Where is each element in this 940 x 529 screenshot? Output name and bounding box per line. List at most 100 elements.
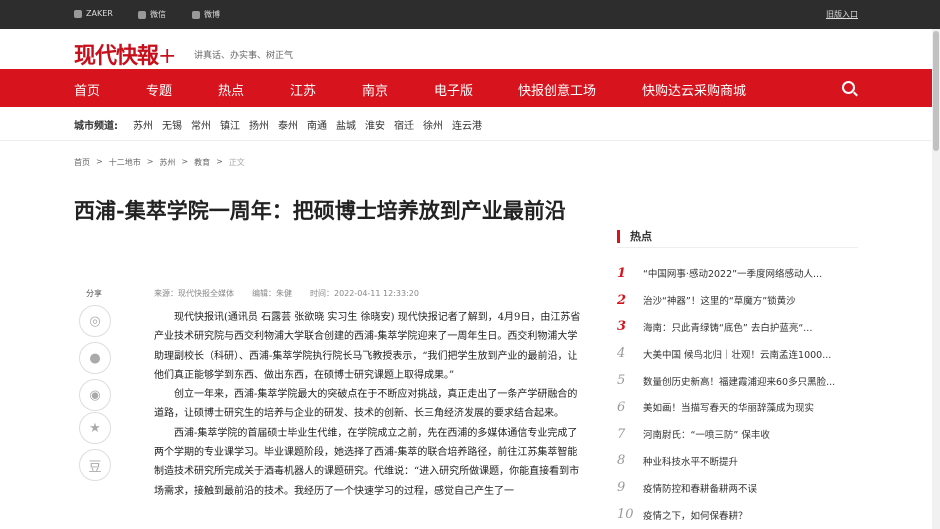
city-item[interactable]: 泰州 [278,117,298,132]
city-item[interactable]: 盐城 [336,117,356,132]
hot-list: 1 “中国网事·感动2022”一季度网络感动人... 2 治沙“神器”！这里的“草魔… [617,260,858,528]
hot-rank: 7 [617,426,626,442]
hot-item-title: 种业科技水平不断提升 [643,456,739,468]
article-time: 时间：2022-04-11 12:33:20 [310,289,419,298]
zaker-link[interactable]: ZAKER [74,9,113,18]
hot-item[interactable]: 2 治沙“神器”！这里的“草魔方”锁黄沙 [617,287,858,314]
article-paragraph: 创立一年来，西浦-集萃学院最大的突破点在于不断应对挑战，真正走出了一条产学研融合… [154,389,578,420]
main-nav: 首页 专题 热点 江苏 南京 电子版 快报创意工场 快购达云采购商城 [0,69,940,107]
qq-share-icon[interactable]: ● [79,342,111,374]
hot-item[interactable]: 8 种业科技水平不断提升 [617,448,858,475]
hot-item-title: 海南：只此青绿铸“底色” 去白护蓝亮“... [643,322,813,334]
douban-share-icon[interactable]: 豆 [79,449,111,481]
breadcrumb-education[interactable]: 教育 [194,157,210,168]
hot-item[interactable]: 9 疫情防控和春耕备耕两不误 [617,474,858,501]
city-item[interactable]: 无锡 [162,117,182,132]
city-item[interactable]: 南通 [307,117,327,132]
article-source: 来源：现代快报全媒体 [154,289,234,298]
weibo-label: 微博 [204,10,220,19]
breadcrumb-separator: > [146,157,154,166]
hot-rank: 1 [617,265,627,281]
city-item[interactable]: 徐州 [423,117,443,132]
breadcrumb-suzhou[interactable]: 苏州 [159,157,175,168]
article-paragraph: 西浦-集萃学院的首届硕士毕业生代维，在学院成立之前，先在西浦的多媒体通信专业完成… [154,427,580,497]
nav-item-epaper[interactable]: 电子版 [434,80,473,99]
hot-item-title: “中国网事·感动2022”一季度网络感动人... [643,269,823,281]
hot-item-title: 疫情防控和春耕备耕两不误 [643,483,758,495]
search-icon[interactable] [842,81,855,94]
weibo-link[interactable]: 微博 [192,9,220,20]
article-paragraph: 现代快报讯(通讯员 石露芸 张欲晓 实习生 徐晓安) 现代快报记者了解到，4月9… [154,312,581,381]
hot-item-title: 河南尉氏：“一喷三防” 保丰收 [643,430,770,442]
nav-item-nanjing[interactable]: 南京 [362,80,388,99]
article-title: 西浦-集萃学院一周年：把硕博士培养放到产业最前沿 [74,198,566,223]
hot-rank: 9 [617,480,626,496]
hot-rank: 8 [617,453,626,469]
top-bar: ZAKER 微信 微博 旧版入口 [0,0,940,29]
wechat-icon [138,10,146,19]
logo-plus: + [158,44,176,69]
city-item[interactable]: 宿迁 [394,117,414,132]
breadcrumb-current: 正文 [228,158,245,167]
divider [0,140,940,141]
phone-icon [74,9,82,18]
city-label: 城市频道: [74,121,118,132]
wechat-link[interactable]: 微信 [138,9,166,20]
hot-item[interactable]: 1 “中国网事·感动2022”一季度网络感动人... [617,260,858,287]
city-item[interactable]: 扬州 [249,117,269,132]
scrollbar-thumb[interactable] [933,31,939,151]
breadcrumb-separator: > [216,157,223,166]
nav-item-jiangsu[interactable]: 江苏 [290,80,316,99]
hot-item-title: 治沙“神器”！这里的“草魔方”锁黄沙 [643,296,796,308]
share-label: 分享 [86,289,102,298]
breadcrumb-cities[interactable]: 十二地市 [109,157,141,168]
article-meta: 来源：现代快报全媒体 编辑：朱健 时间：2022-04-11 12:33:20 [154,288,419,299]
weibo-share-icon[interactable]: ◉ [79,379,111,411]
site-logo[interactable]: 现代快報+ [74,38,176,70]
star-favorite-icon[interactable]: ★ [79,412,111,444]
logo-text: 现代快報 [74,43,159,69]
city-channels: 城市频道: 苏州 无锡 常州 镇江 扬州 泰州 南通 盐城 淮安 宿迁 徐州 连… [74,117,482,132]
hot-item-title: 数量创历史新高！福建霞浦迎来60多只黑脸... [643,376,836,388]
city-item[interactable]: 连云港 [452,117,482,132]
hot-item-title: 疫情之下，如何保春耕？ [643,510,748,522]
nav-item-hot[interactable]: 热点 [218,80,244,99]
divider [617,247,858,248]
hot-rank: 2 [617,292,627,308]
hot-item[interactable]: 5 数量创历史新高！福建霞浦迎来60多只黑脸... [617,367,858,394]
hot-rank: 4 [617,346,626,362]
breadcrumb-separator: > [96,157,103,166]
hot-rank: 5 [617,373,626,389]
breadcrumb-home[interactable]: 首页 [74,157,90,168]
scrollbar[interactable] [932,29,940,529]
hot-rank: 6 [617,399,626,415]
article-body: 现代快报讯(通讯员 石露芸 张欲晓 实习生 徐晓安) 现代快报记者了解到，4月9… [154,308,584,501]
hot-item-title: 美如画！当描写春天的华丽辞藻成为现实 [643,403,815,415]
hot-section-title: 热点 [617,230,652,243]
breadcrumb-separator: > [181,157,189,166]
city-item[interactable]: 淮安 [365,117,385,132]
nav-item-topics[interactable]: 专题 [146,80,172,99]
hot-item[interactable]: 6 美如画！当描写春天的华丽辞藻成为现实 [617,394,858,421]
hot-item-title: 大美中国 候鸟北归｜壮观！云南孟连1000... [643,349,832,361]
weibo-icon [192,10,200,19]
city-item[interactable]: 常州 [191,117,211,132]
hot-item[interactable]: 10 疫情之下，如何保春耕？ [617,501,858,528]
old-version-link[interactable]: 旧版入口 [826,9,858,20]
nav-item-mall[interactable]: 快购达云采购商城 [642,80,746,99]
city-item[interactable]: 镇江 [220,117,240,132]
hot-rank: 3 [617,319,627,335]
breadcrumb: 首页 > 十二地市 > 苏州 > 教育 > 正文 [74,157,245,168]
hot-item[interactable]: 4 大美中国 候鸟北归｜壮观！云南孟连1000... [617,340,858,367]
article-editor: 编辑：朱健 [252,289,292,298]
wechat-label: 微信 [150,10,166,19]
nav-item-creative[interactable]: 快报创意工场 [518,80,596,99]
nav-item-home[interactable]: 首页 [74,80,100,99]
hot-rank: 10 [617,507,634,523]
zaker-label: ZAKER [86,9,113,18]
hot-item[interactable]: 7 河南尉氏：“一喷三防” 保丰收 [617,421,858,448]
hot-item[interactable]: 3 海南：只此青绿铸“底色” 去白护蓝亮“... [617,314,858,341]
site-slogan: 讲真话、办实事、树正气 [194,51,294,61]
wechat-share-icon[interactable]: ◎ [79,305,111,337]
city-item[interactable]: 苏州 [133,117,153,132]
